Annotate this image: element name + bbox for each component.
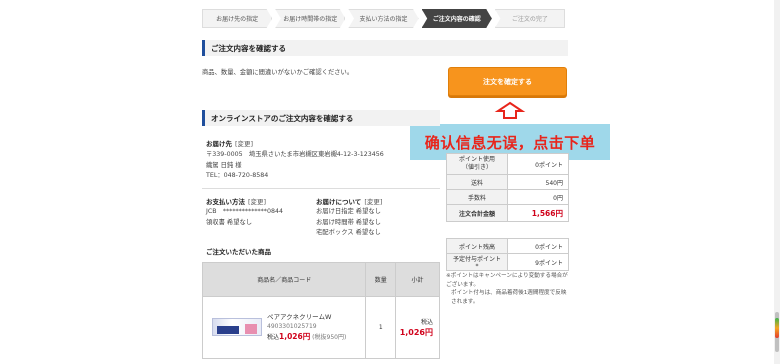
delivery-title: お届け先 [変更]: [206, 138, 253, 148]
scrollbar[interactable]: [774, 0, 780, 364]
shipping-time: お届け時間帯 希望なし: [316, 218, 381, 226]
up-arrow-icon: [494, 101, 526, 119]
divider: [202, 188, 440, 189]
confirm-order-button[interactable]: 注文を確定する: [448, 67, 567, 96]
step-order-complete: ご注文の完了: [494, 9, 566, 28]
products-header-subtotal: 小計: [395, 262, 440, 297]
product-subtotal-label: 税込: [420, 318, 433, 326]
shipping-title-text: お届けについて: [316, 198, 362, 206]
products-header-qty: 数量: [365, 262, 397, 297]
table-row: 送料 540円: [446, 174, 569, 190]
shipping-title: お届けについて [変更]: [316, 196, 382, 206]
summary-value: 0ポイント: [507, 153, 569, 175]
order-summary-table: ポイント使用 （値引き） 0ポイント 送料 540円 手数料 0円 注文合計金額…: [446, 153, 569, 222]
products-table: 商品名／商品コード 数量 小計 ペアアクネクリームW 4903301025719…: [201, 262, 440, 359]
product-tax-excluded: (税抜950円): [312, 334, 347, 341]
product-image[interactable]: [212, 318, 262, 336]
shipping-box: 宅配ボックス 希望なし: [316, 229, 381, 236]
delivery-name: 織駕 日鈍 様: [206, 161, 242, 169]
summary-label: 手数料: [446, 189, 508, 205]
step-delivery-address[interactable]: お届け先の指定: [202, 9, 273, 28]
step-order-confirm: ご注文内容の確認: [421, 9, 492, 28]
shipping-date: お届け日指定 希望なし: [316, 208, 381, 215]
product-subtotal-cell: 税込 1,026円: [395, 296, 440, 359]
payment-title-text: お支払い方法: [206, 198, 245, 206]
delivery-address: 〒339-0005 埼玉県さいたま市岩槻区東岩槻4-12-3-123456: [206, 151, 384, 158]
points-label: 予定付与ポイント*: [446, 253, 508, 271]
confirm-note: 商品、数量、金額に間違いがないかご確認ください。: [202, 69, 354, 76]
scrollbar-indicator: [775, 318, 779, 338]
product-qty: 1: [365, 296, 397, 359]
points-label: ポイント残高: [446, 238, 508, 254]
delivery-address-block: 〒339-0005 埼玉県さいたま市岩槻区東岩槻4-12-3-123456 織駕…: [206, 150, 384, 182]
step-delivery-time[interactable]: お届け時間帯の指定: [275, 9, 346, 28]
shipping-edit-link[interactable]: [変更]: [364, 198, 382, 206]
checkout-steps: お届け先の指定 お届け時間帯の指定 支払い方法の指定 ご注文内容の確認 ご注文の…: [202, 9, 568, 28]
summary-value: 540円: [507, 174, 569, 190]
points-value: 9ポイント: [507, 253, 569, 271]
shipping-block: お届け日指定 希望なし お届け時間帯 希望なし 宅配ボックス 希望なし: [316, 207, 381, 239]
points-note-line2: ポイント付与は、商品着荷後1週間程度で反映されます。: [451, 290, 567, 305]
payment-edit-link[interactable]: [変更]: [248, 198, 266, 206]
table-row: ポイント使用 （値引き） 0ポイント: [446, 153, 569, 175]
confirm-section-title: ご注文内容を確認する: [202, 40, 568, 56]
summary-label: 送料: [446, 174, 508, 190]
summary-value: 0円: [507, 189, 569, 205]
store-section-title: オンラインストアのご注文内容を確認する: [202, 110, 440, 126]
products-header-name: 商品名／商品コード: [201, 262, 367, 297]
payment-title: お支払い方法 [変更]: [206, 196, 266, 206]
products-title: ご注文いただいた商品: [206, 248, 271, 256]
delivery-edit-link[interactable]: [変更]: [235, 140, 253, 148]
product-code: 4903301025719: [267, 323, 317, 330]
product-price: 1,026円: [279, 332, 311, 341]
points-table: ポイント残高 0ポイント 予定付与ポイント* 9ポイント: [446, 238, 569, 271]
points-value: 0ポイント: [507, 238, 569, 254]
delivery-tel: TEL：048-720-8584: [206, 172, 269, 179]
summary-total-label: 注文合計金額: [446, 204, 508, 222]
table-row: 注文合計金額 1,566円: [446, 204, 569, 222]
product-name[interactable]: ペアアクネクリームW: [267, 312, 365, 322]
table-row: 手数料 0円: [446, 189, 569, 205]
summary-label: ポイント使用 （値引き）: [446, 153, 508, 175]
payment-block: JCB **************0844 領収書 希望なし: [206, 207, 283, 228]
payment-card: JCB **************0844: [206, 208, 283, 215]
table-row: 予定付与ポイント* 9ポイント: [446, 253, 569, 271]
summary-total-value: 1,566円: [507, 204, 569, 222]
points-note: ※ポイントはキャンペーンにより変動する場合がございます。 ポイント付与は、商品着…: [446, 272, 570, 306]
step-payment-method[interactable]: 支払い方法の指定: [348, 9, 419, 28]
product-tax-label: 税込: [267, 334, 280, 341]
payment-receipt: 領収書 希望なし: [206, 218, 253, 226]
product-subtotal: 1,026円: [399, 327, 433, 337]
table-row: ポイント残高 0ポイント: [446, 238, 569, 254]
points-note-line1: ※ポイントはキャンペーンにより変動する場合がございます。: [446, 273, 568, 288]
delivery-title-text: お届け先: [206, 140, 232, 148]
